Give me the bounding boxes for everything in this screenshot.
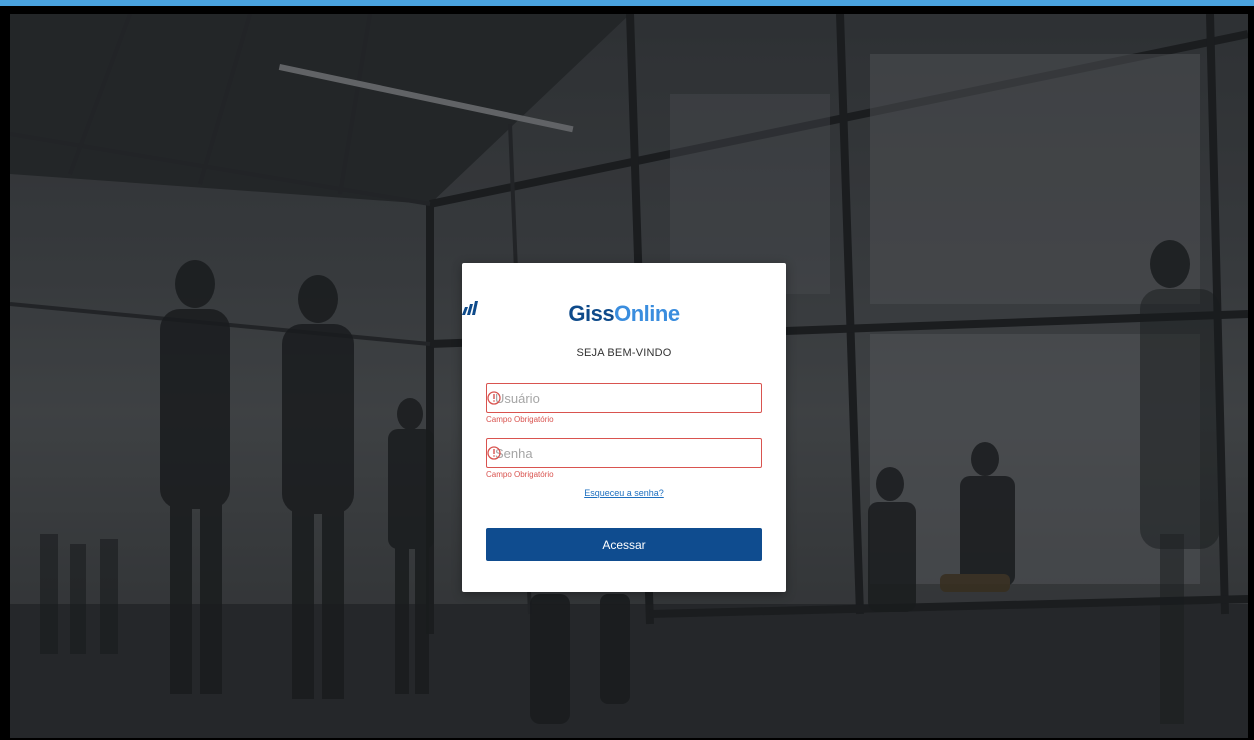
- logo-suffix: Online: [614, 301, 680, 326]
- gissonline-logo: GissOnline: [462, 301, 786, 327]
- forgot-password-row: Esqueceu a senha?: [462, 488, 786, 498]
- background-photo: GissOnline SEJA BEM-VINDO Campo Obrigató…: [10, 14, 1248, 738]
- warning-icon: [487, 391, 501, 405]
- username-field: [486, 383, 762, 413]
- password-field: [486, 438, 762, 468]
- bars-logo-icon: [462, 301, 478, 315]
- username-error: Campo Obrigatório: [486, 415, 554, 424]
- warning-icon: [487, 446, 501, 460]
- username-input[interactable]: [495, 384, 725, 412]
- login-card: GissOnline SEJA BEM-VINDO Campo Obrigató…: [462, 263, 786, 592]
- page-frame: GissOnline SEJA BEM-VINDO Campo Obrigató…: [0, 6, 1254, 740]
- forgot-password-link[interactable]: Esqueceu a senha?: [584, 488, 664, 498]
- password-error: Campo Obrigatório: [486, 470, 554, 479]
- welcome-heading: SEJA BEM-VINDO: [576, 347, 672, 359]
- logo-prefix: Giss: [568, 301, 615, 326]
- login-button[interactable]: Acessar: [486, 528, 762, 561]
- password-input[interactable]: [495, 439, 725, 467]
